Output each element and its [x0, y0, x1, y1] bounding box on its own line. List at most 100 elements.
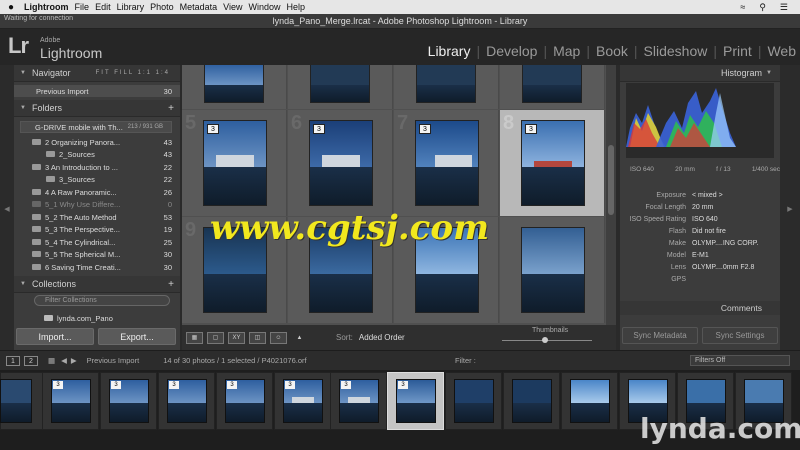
menu-photo[interactable]: Photo — [150, 2, 174, 12]
navigator-zoom-options[interactable]: FIT FILL 1:1 1:4 — [96, 70, 170, 76]
comments-header[interactable]: Comments — [620, 301, 780, 315]
photo-thumbnail[interactable]: 3 — [521, 120, 585, 206]
slider-handle[interactable] — [542, 337, 548, 343]
folder-item[interactable]: 4 A Raw Panoramic... 26 — [14, 186, 180, 198]
filmstrip-cell[interactable]: 3 — [274, 372, 331, 430]
forward-arrow-icon[interactable]: ▶ — [71, 356, 77, 365]
menu-library[interactable]: Library — [117, 2, 145, 12]
stack-badge[interactable]: 3 — [111, 381, 121, 389]
grid-cell[interactable]: 6 3 — [288, 110, 393, 216]
stack-badge[interactable]: 3 — [169, 381, 179, 389]
list-icon[interactable]: ☰ — [780, 2, 788, 13]
module-develop[interactable]: Develop — [486, 43, 537, 59]
collections-header[interactable]: ▼ Collections + — [14, 276, 180, 293]
left-panel-toggle[interactable]: ◀ — [0, 65, 14, 350]
module-book[interactable]: Book — [596, 43, 628, 59]
stack-badge[interactable]: 3 — [341, 381, 351, 389]
grid-icon[interactable]: ▦ — [48, 356, 55, 365]
folder-item[interactable]: 2 Organizing Panora... 43 — [14, 136, 180, 148]
wifi-icon[interactable]: ≈ — [740, 2, 745, 12]
filmstrip-thumbnail[interactable]: 3 — [283, 379, 323, 423]
filmstrip-thumbnail[interactable] — [454, 379, 494, 423]
collection-item[interactable]: lynda.com_Pano — [14, 312, 180, 324]
menu-metadata[interactable]: Metadata — [180, 2, 218, 12]
menu-help[interactable]: Help — [287, 2, 306, 12]
drive-item[interactable]: G-DRIVE mobile with Th... 213 / 931 GB — [20, 121, 172, 133]
previous-import-item[interactable]: Previous Import 30 — [14, 85, 180, 97]
filmstrip-thumbnail[interactable]: 3 — [51, 379, 91, 423]
filter-dropdown[interactable]: Filters Off — [690, 355, 790, 366]
grid-cell[interactable] — [394, 65, 499, 109]
import-button[interactable]: Import... — [16, 328, 94, 345]
folder-item[interactable]: 5_2 The Auto Method 53 — [14, 211, 180, 223]
photo-thumbnail[interactable]: 3 — [309, 120, 373, 206]
grid-cell[interactable] — [500, 65, 605, 109]
secondary-window-1[interactable]: 1 — [6, 355, 20, 366]
grid-view-icon[interactable]: ▦ — [186, 331, 203, 344]
filmstrip-thumbnail[interactable]: 3 — [225, 379, 265, 423]
sync-metadata-button[interactable]: Sync Metadata — [622, 327, 698, 344]
menu-file[interactable]: File — [75, 2, 90, 12]
filmstrip-cell[interactable]: 3 — [158, 372, 215, 430]
stack-badge[interactable]: 3 — [398, 381, 408, 389]
module-map[interactable]: Map — [553, 43, 580, 59]
menu-edit[interactable]: Edit — [95, 2, 111, 12]
right-panel-toggle[interactable]: ▶ — [780, 65, 800, 350]
histogram-header[interactable]: Histogram ▼ — [620, 65, 780, 82]
stack-badge[interactable]: 3 — [313, 124, 325, 134]
filmstrip-thumbnail[interactable]: 3 — [396, 379, 436, 423]
sort-dropdown[interactable]: Added Order — [359, 333, 405, 342]
photo-thumbnail[interactable] — [521, 227, 585, 313]
scrollbar-thumb[interactable] — [608, 145, 614, 215]
filmstrip-source[interactable]: Previous Import — [87, 356, 140, 365]
stack-badge[interactable]: 3 — [285, 381, 295, 389]
grid-scrollbar[interactable] — [606, 65, 616, 325]
folder-item[interactable]: 3_Sources 22 — [14, 173, 180, 185]
module-slideshow[interactable]: Slideshow — [644, 43, 708, 59]
menu-app[interactable]: Lightroom — [24, 2, 69, 12]
people-view-icon[interactable]: ☺ — [270, 331, 287, 344]
photo-thumbnail[interactable]: 3 — [203, 120, 267, 206]
filmstrip-cell[interactable]: 3 — [330, 372, 387, 430]
folders-header[interactable]: ▼ Folders + — [14, 100, 180, 117]
grid-cell[interactable] — [288, 65, 393, 109]
folder-item[interactable]: 5_3 The Perspective... 19 — [14, 223, 180, 235]
filmstrip-thumbnail[interactable]: 3 — [167, 379, 207, 423]
menu-view[interactable]: View — [223, 2, 242, 12]
folder-item[interactable]: 5_4 The Cylindrical... 25 — [14, 236, 180, 248]
loupe-view-icon[interactable]: ▢ — [207, 331, 224, 344]
export-button[interactable]: Export... — [98, 328, 176, 345]
grid-cell-selected[interactable]: 8 3 — [500, 110, 605, 216]
module-print[interactable]: Print — [723, 43, 752, 59]
folder-item[interactable]: 5_5 The Spherical M... 30 — [14, 248, 180, 260]
filmstrip-thumbnail[interactable]: 3 — [109, 379, 149, 423]
filmstrip-cell[interactable] — [445, 372, 502, 430]
filmstrip-cell-selected[interactable]: 3 — [387, 372, 444, 430]
stack-badge[interactable]: 3 — [207, 124, 219, 134]
photo-thumbnail[interactable]: 3 — [415, 120, 479, 206]
filmstrip-thumbnail[interactable]: 3 — [339, 379, 379, 423]
compare-view-icon[interactable]: XY — [228, 331, 245, 344]
stack-badge[interactable]: 3 — [419, 124, 431, 134]
navigator-header[interactable]: ▼ Navigator FIT FILL 1:1 1:4 — [14, 65, 180, 82]
survey-view-icon[interactable]: ◫ — [249, 331, 266, 344]
thumbnail-size-slider[interactable] — [502, 337, 592, 343]
menu-window[interactable]: Window — [249, 2, 281, 12]
histogram-graph[interactable]: ISO 640 20 mm f / 13 1/400 sec — [626, 83, 780, 173]
spray-can-icon[interactable]: ▲ — [291, 332, 308, 344]
filmstrip-thumbnail[interactable] — [512, 379, 552, 423]
folder-item[interactable]: 3 An Introduction to ... 22 — [14, 161, 180, 173]
back-arrow-icon[interactable]: ◀ — [61, 356, 67, 365]
secondary-window-2[interactable]: 2 — [24, 355, 38, 366]
filmstrip-cell[interactable] — [503, 372, 560, 430]
search-icon[interactable]: ⚲ — [759, 2, 766, 13]
folder-item[interactable]: 6 Saving Time Creati... 30 — [14, 261, 180, 273]
add-folder-icon[interactable]: + — [168, 103, 174, 114]
stack-badge[interactable]: 3 — [525, 124, 537, 134]
module-library[interactable]: Library — [428, 43, 471, 59]
filmstrip-cell[interactable] — [561, 372, 618, 430]
filmstrip-cell[interactable]: 3 — [42, 372, 99, 430]
apple-icon[interactable]: ● — [8, 2, 14, 13]
grid-cell[interactable] — [500, 217, 605, 323]
grid-cell[interactable] — [182, 65, 287, 109]
